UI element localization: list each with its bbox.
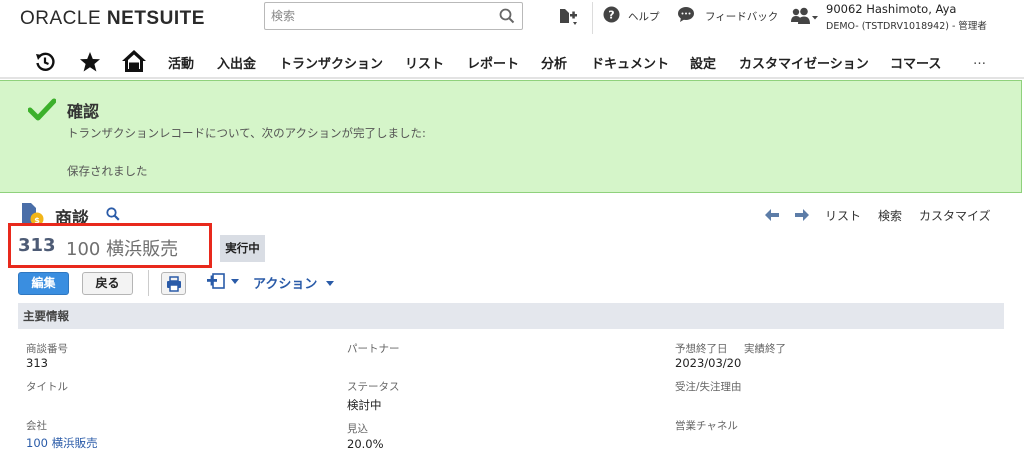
feedback-link[interactable]: フィードバック [705,9,778,24]
confirmation-title: 確認 [67,102,100,121]
record-customize-link[interactable]: カスタマイズ [919,207,991,224]
confirmation-banner: 確認 トランザクションレコードについて、次のアクションが完了しました: 保存され… [0,80,1022,193]
record-name: 100 横浜販売 [66,239,179,260]
tranid-label: 商談番号 [26,343,68,355]
help-icon[interactable]: ? [603,6,620,23]
print-icon [167,276,181,292]
status-value: 検討中 [347,398,382,412]
nav-item-setup[interactable]: 設定 [690,53,716,72]
status-label: ステータス [347,381,400,393]
logo-oracle: ORACLE [20,8,102,29]
feedback-icon[interactable] [677,6,695,23]
recent-records-icon[interactable] [558,7,580,27]
confirmation-detail: 保存されました [67,164,148,178]
home-icon[interactable] [121,49,147,73]
nav-item-analytics[interactable]: 分析 [541,53,567,72]
record-search-icon[interactable] [106,207,120,221]
actions-dropdown-icon[interactable] [326,281,334,286]
nav-item-commerce[interactable]: コマース [890,53,941,72]
new-record-icon[interactable] [206,272,228,292]
actual-close-label: 実績終了 [744,343,786,355]
probability-label: 見込 [347,423,368,435]
button-divider [148,270,149,296]
print-button[interactable] [161,272,186,295]
confirmation-message: トランザクションレコードについて、次のアクションが完了しました: [67,126,426,140]
help-link[interactable]: ヘルプ [628,9,660,24]
expected-close-value: 2023/03/20 [675,356,742,370]
favorites-star-icon[interactable] [79,51,101,73]
nav-more-button[interactable]: … [973,53,986,68]
title-label: タイトル [26,381,68,393]
company-link[interactable]: 100 横浜販売 [26,435,98,451]
status-badge: 実行中 [220,235,265,262]
expected-close-label: 予想終了日 [675,343,728,355]
primary-info-section-header[interactable]: 主要情報 [18,303,1004,329]
partner-label: パートナー [347,343,400,355]
new-record-dropdown-icon[interactable] [231,279,239,284]
checkmark-icon [28,98,56,121]
logo-netsuite: NETSUITE [106,8,205,29]
top-header: ORACLE NETSUITE ? ヘルプ フィードバック 90062 Hash… [0,0,1024,42]
tranid-value: 313 [26,356,48,370]
main-nav: 活動 入出金 トランザクション リスト レポート 分析 ドキュメント 設定 カス… [0,42,1024,79]
record-search-link[interactable]: 検索 [878,207,902,224]
user-roles-icon[interactable] [790,7,820,27]
sales-channel-label: 営業チャネル [675,420,738,432]
record-list-link[interactable]: リスト [825,207,861,224]
previous-record-icon[interactable] [765,209,779,221]
user-role[interactable]: DEMO- (TSTDRV1018942) - 管理者 [826,18,987,32]
back-button[interactable]: 戻る [82,272,133,295]
nav-item-payments[interactable]: 入出金 [217,53,256,72]
user-name[interactable]: 90062 Hashimoto, Aya [826,2,956,16]
nav-item-documents[interactable]: ドキュメント [591,53,669,72]
header-divider [592,2,593,34]
search-input[interactable] [265,3,485,29]
actions-menu-button[interactable]: アクション [253,273,317,292]
netsuite-logo[interactable]: ORACLE NETSUITE [20,8,205,30]
global-search[interactable] [264,2,523,30]
nav-item-transactions[interactable]: トランザクション [279,53,383,72]
nav-item-reports[interactable]: レポート [467,53,519,72]
search-icon[interactable] [499,8,515,24]
nav-item-lists[interactable]: リスト [405,53,444,72]
record-number: 313 [18,235,56,256]
company-label: 会社 [26,420,47,432]
nav-item-activities[interactable]: 活動 [168,53,194,72]
edit-button[interactable]: 編集 [18,272,69,295]
probability-value: 20.0% [347,437,384,451]
svg-text:?: ? [608,9,614,22]
recent-history-icon[interactable] [34,51,56,73]
next-record-icon[interactable] [795,209,809,221]
nav-item-customization[interactable]: カスタマイゼーション [739,53,869,72]
win-loss-reason-label: 受注/失注理由 [675,381,742,393]
